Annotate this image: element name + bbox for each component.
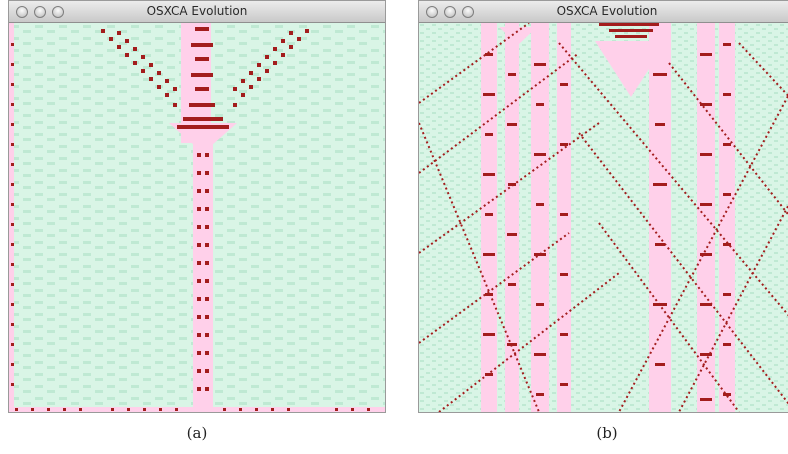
- figure-caption-b: (b): [596, 424, 618, 442]
- window-title: OSXCA Evolution: [146, 4, 248, 18]
- ca-evolution-canvas: [419, 23, 788, 412]
- title-bar[interactable]: OSXCA Evolution: [419, 1, 788, 23]
- ca-evolution-canvas: [9, 23, 385, 412]
- title-bar[interactable]: OSXCA Evolution: [9, 1, 385, 23]
- window-title: OSXCA Evolution: [556, 4, 658, 18]
- evolution-window-a: OSXCA Evolution: [8, 0, 386, 413]
- evolution-window-b: OSXCA Evolution: [418, 0, 788, 413]
- figure-caption-a: (a): [186, 424, 208, 442]
